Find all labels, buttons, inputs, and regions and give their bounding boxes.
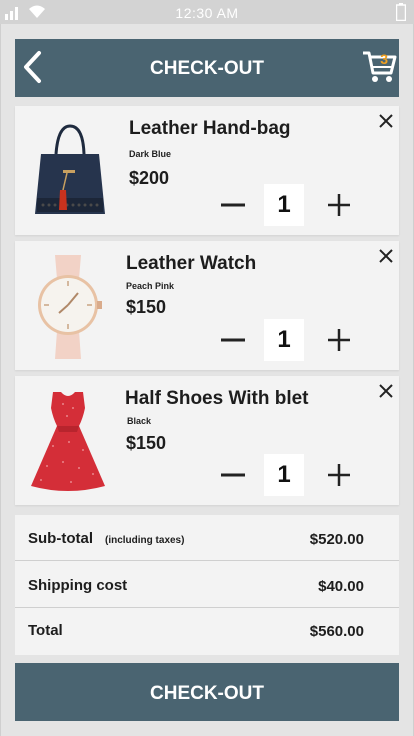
cart-icon[interactable] — [361, 45, 397, 85]
shipping-row: Shipping cost $40.00 — [15, 562, 399, 608]
item-variant: Dark Blue — [129, 149, 172, 159]
cart-item-dress: Half Shoes With blet Black $150 1 — [15, 376, 399, 505]
item-name: Leather Watch — [126, 253, 257, 274]
remove-item-icon[interactable] — [377, 247, 395, 265]
quantity-value[interactable]: 1 — [264, 454, 304, 496]
watch-image — [38, 255, 102, 359]
checkout-button-label: CHECK-OUT — [150, 683, 264, 704]
item-variant: Peach Pink — [126, 281, 175, 291]
remove-item-icon[interactable] — [377, 112, 395, 130]
item-price: $150 — [126, 433, 167, 453]
item-price: $200 — [129, 168, 170, 188]
item-price: $150 — [126, 297, 167, 317]
decrease-quantity-button[interactable] — [219, 191, 247, 219]
dress-image — [31, 392, 105, 491]
item-variant: Black — [127, 416, 152, 426]
quantity-value[interactable]: 1 — [264, 319, 304, 361]
shipping-label: Shipping cost — [28, 577, 128, 594]
cart-count-badge: 3 — [380, 51, 388, 67]
header-bar: CHECK-OUT 3 — [15, 39, 399, 97]
subtotal-row: Sub-total (including taxes) $520.00 — [15, 515, 399, 561]
cart-item-watch: Leather Watch Peach Pink $150 1 — [15, 241, 399, 370]
total-row: Total $560.00 — [15, 607, 399, 653]
subtotal-label-text: Sub-total — [28, 530, 93, 547]
decrease-quantity-button[interactable] — [219, 326, 247, 354]
page-title: CHECK-OUT — [150, 58, 264, 79]
item-name: Leather Hand-bag — [129, 118, 291, 139]
status-time: 12:30 AM — [175, 5, 239, 21]
increase-quantity-button[interactable] — [326, 327, 352, 353]
item-name: Half Shoes With blet — [125, 388, 309, 409]
increase-quantity-button[interactable] — [326, 192, 352, 218]
increase-quantity-button[interactable] — [326, 462, 352, 488]
subtotal-note: (including taxes) — [105, 535, 185, 546]
subtotal-value: $520.00 — [309, 531, 364, 548]
status-bar: 12:30 AM — [0, 0, 414, 24]
checkout-button[interactable]: CHECK-OUT — [15, 663, 399, 721]
subtotal-label: Sub-total (including taxes) — [28, 530, 184, 547]
decrease-quantity-button[interactable] — [219, 461, 247, 489]
remove-item-icon[interactable] — [377, 382, 395, 400]
cart-item-handbag: Leather Hand-bag Dark Blue $200 1 — [15, 106, 399, 235]
total-value: $560.00 — [309, 623, 364, 640]
total-label: Total — [28, 622, 63, 639]
order-summary: Sub-total (including taxes) $520.00 Shipp… — [15, 515, 399, 655]
handbag-image — [35, 124, 105, 214]
quantity-value[interactable]: 1 — [264, 184, 304, 226]
shipping-value: $40.00 — [318, 578, 364, 595]
battery-icon — [396, 3, 406, 21]
